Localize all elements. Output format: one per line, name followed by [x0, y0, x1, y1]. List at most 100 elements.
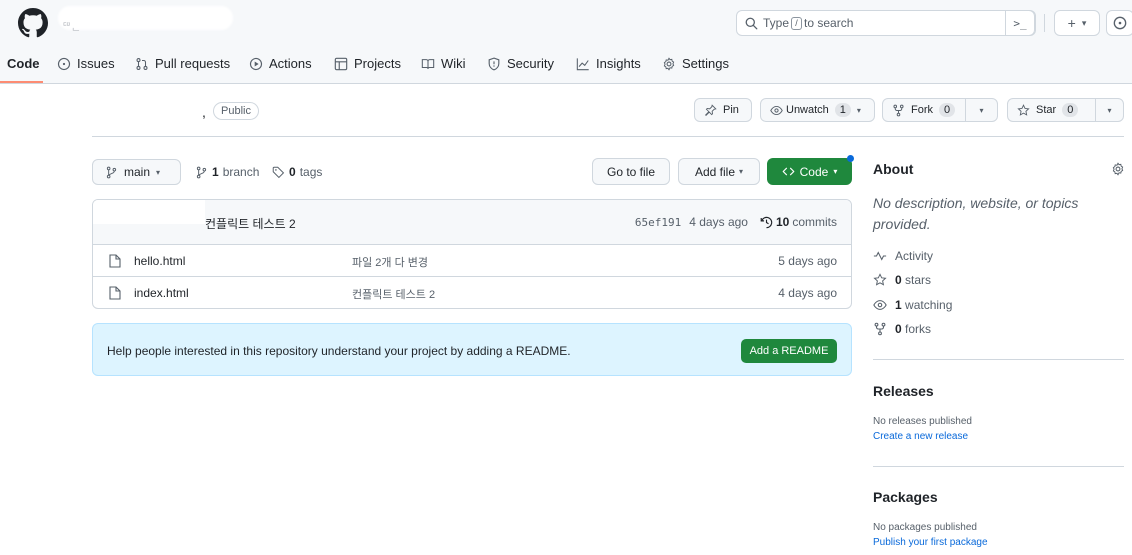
tab-security[interactable]: Security [487, 56, 554, 71]
file-row[interactable]: hello.html 파일 2개 다 변경 5 days ago [93, 245, 851, 277]
latest-commit-row: 컨플릭트 테스트 2 65ef191 4 days ago 10 commits [93, 200, 851, 245]
file-commit-message[interactable]: 파일 2개 다 변경 [352, 254, 428, 270]
plus-icon: + [1067, 15, 1076, 31]
owner-name-redacted [58, 6, 233, 30]
star-dropdown-button[interactable]: ▾ [1095, 98, 1124, 122]
tab-settings[interactable]: Settings [662, 56, 729, 71]
file-commit-message[interactable]: 컨플릭트 테스트 2 [352, 286, 435, 302]
star-icon [873, 273, 887, 286]
header-divider [1044, 14, 1045, 32]
file-row[interactable]: index.html 컨플릭트 테스트 2 4 days ago [93, 277, 851, 308]
pull-request-icon [136, 57, 148, 70]
packages-heading[interactable]: Packages [873, 489, 938, 505]
history-icon [760, 216, 773, 228]
branch-count: 1 [212, 165, 219, 179]
fork-dropdown-button[interactable]: ▾ [965, 98, 998, 122]
fork-button[interactable]: Fork 0 [882, 98, 966, 122]
tab-label: Projects [354, 56, 401, 71]
sidebar-divider [873, 466, 1124, 467]
code-dropdown-button[interactable]: Code ▾ [767, 158, 852, 185]
commit-word: commits [792, 215, 837, 229]
eye-icon [873, 300, 887, 310]
command-palette-button[interactable]: >_ [1005, 10, 1035, 36]
pin-label: Pin [723, 104, 739, 116]
branch-icon [106, 166, 117, 178]
commit-author-redacted [93, 200, 205, 224]
chevron-down-icon: ▾ [739, 167, 744, 176]
latest-commit-message[interactable]: 컨플릭트 테스트 2 [205, 215, 296, 232]
branch-selector[interactable]: main ▾ [92, 159, 181, 185]
watching-link[interactable]: 1 watching [873, 298, 952, 312]
tab-issues[interactable]: Issues [57, 56, 115, 71]
repo-name-redacted [92, 100, 202, 120]
create-release-link[interactable]: Create a new release [873, 431, 968, 442]
tag-icon [272, 166, 285, 178]
stars-link[interactable]: 0 stars [873, 273, 931, 287]
repo-name[interactable]: , [202, 104, 206, 120]
chevron-down-icon: ▾ [1107, 105, 1112, 115]
pulse-icon [873, 251, 887, 261]
star-button[interactable]: Star 0 [1007, 98, 1096, 122]
tab-label: Wiki [441, 56, 466, 71]
about-heading: About [873, 161, 914, 177]
tab-code[interactable]: Code [7, 56, 40, 71]
stars-count: 0 [895, 273, 902, 287]
owner-name[interactable]: ᄃᄆᆫ [62, 18, 80, 33]
commit-history-link[interactable]: 10 commits [760, 215, 837, 229]
commit-sha[interactable]: 65ef191 [635, 216, 681, 229]
watching-word: watching [905, 298, 953, 312]
forks-link[interactable]: 0 forks [873, 322, 931, 336]
tags-link[interactable]: 0 tags [272, 165, 322, 179]
unwatch-button[interactable]: Unwatch 1 ▾ [760, 98, 875, 122]
publish-package-link[interactable]: Publish your first package [873, 537, 988, 548]
top-header: ᄃᄆᆫ Type / to search >_ + ▾ [0, 0, 1132, 46]
star-count: 0 [1062, 103, 1079, 117]
visibility-badge: Public [213, 102, 259, 120]
fork-label: Fork [911, 104, 933, 116]
file-icon [109, 254, 121, 268]
releases-note: No releases published [873, 416, 972, 427]
chevron-down-icon: ▾ [856, 105, 861, 115]
commit-age: 4 days ago [689, 215, 748, 229]
file-name[interactable]: hello.html [134, 254, 185, 268]
gear-icon [663, 56, 675, 71]
create-new-button[interactable]: + ▾ [1054, 10, 1100, 36]
issues-shortcut-button[interactable] [1106, 10, 1132, 36]
about-description: No description, website, or topics provi… [873, 195, 1079, 232]
tab-projects[interactable]: Projects [334, 56, 401, 71]
branches-link[interactable]: 1 branch [195, 165, 259, 179]
forks-count: 0 [895, 322, 902, 336]
star-label: Star [1036, 104, 1057, 116]
github-logo-icon[interactable] [18, 8, 48, 38]
tag-word: tags [299, 165, 323, 179]
repo-tabs: Code Issues Pull requests Actions Projec… [0, 46, 1132, 84]
code-label: Code [799, 164, 829, 179]
notification-dot [847, 155, 854, 162]
tab-insights[interactable]: Insights [576, 56, 641, 71]
add-file-button[interactable]: Add file ▾ [678, 158, 760, 185]
tab-label: Security [507, 56, 554, 71]
pin-button[interactable]: Pin [694, 98, 752, 122]
packages-note: No packages published [873, 522, 977, 533]
gear-icon[interactable] [1111, 162, 1125, 176]
file-name[interactable]: index.html [134, 286, 189, 300]
file-icon [109, 286, 121, 300]
tab-wiki[interactable]: Wiki [421, 56, 466, 71]
go-to-file-button[interactable]: Go to file [592, 158, 670, 185]
search-shortcut-key: / [791, 16, 803, 30]
add-readme-button[interactable]: Add a README [741, 339, 837, 363]
play-icon [249, 57, 263, 70]
tab-label: Insights [596, 56, 641, 71]
watching-count: 1 [895, 298, 902, 312]
activity-link[interactable]: Activity [873, 249, 933, 263]
tab-actions[interactable]: Actions [249, 56, 312, 71]
fork-icon [893, 104, 904, 116]
add-file-label: Add file [694, 164, 735, 179]
book-icon [421, 58, 435, 69]
table-icon [334, 57, 348, 70]
branch-icon [196, 166, 207, 178]
releases-heading[interactable]: Releases [873, 383, 934, 399]
chevron-down-icon: ▾ [1081, 17, 1087, 28]
tab-pull-requests[interactable]: Pull requests [135, 56, 230, 71]
search-input[interactable]: Type / to search >_ [736, 10, 1036, 36]
